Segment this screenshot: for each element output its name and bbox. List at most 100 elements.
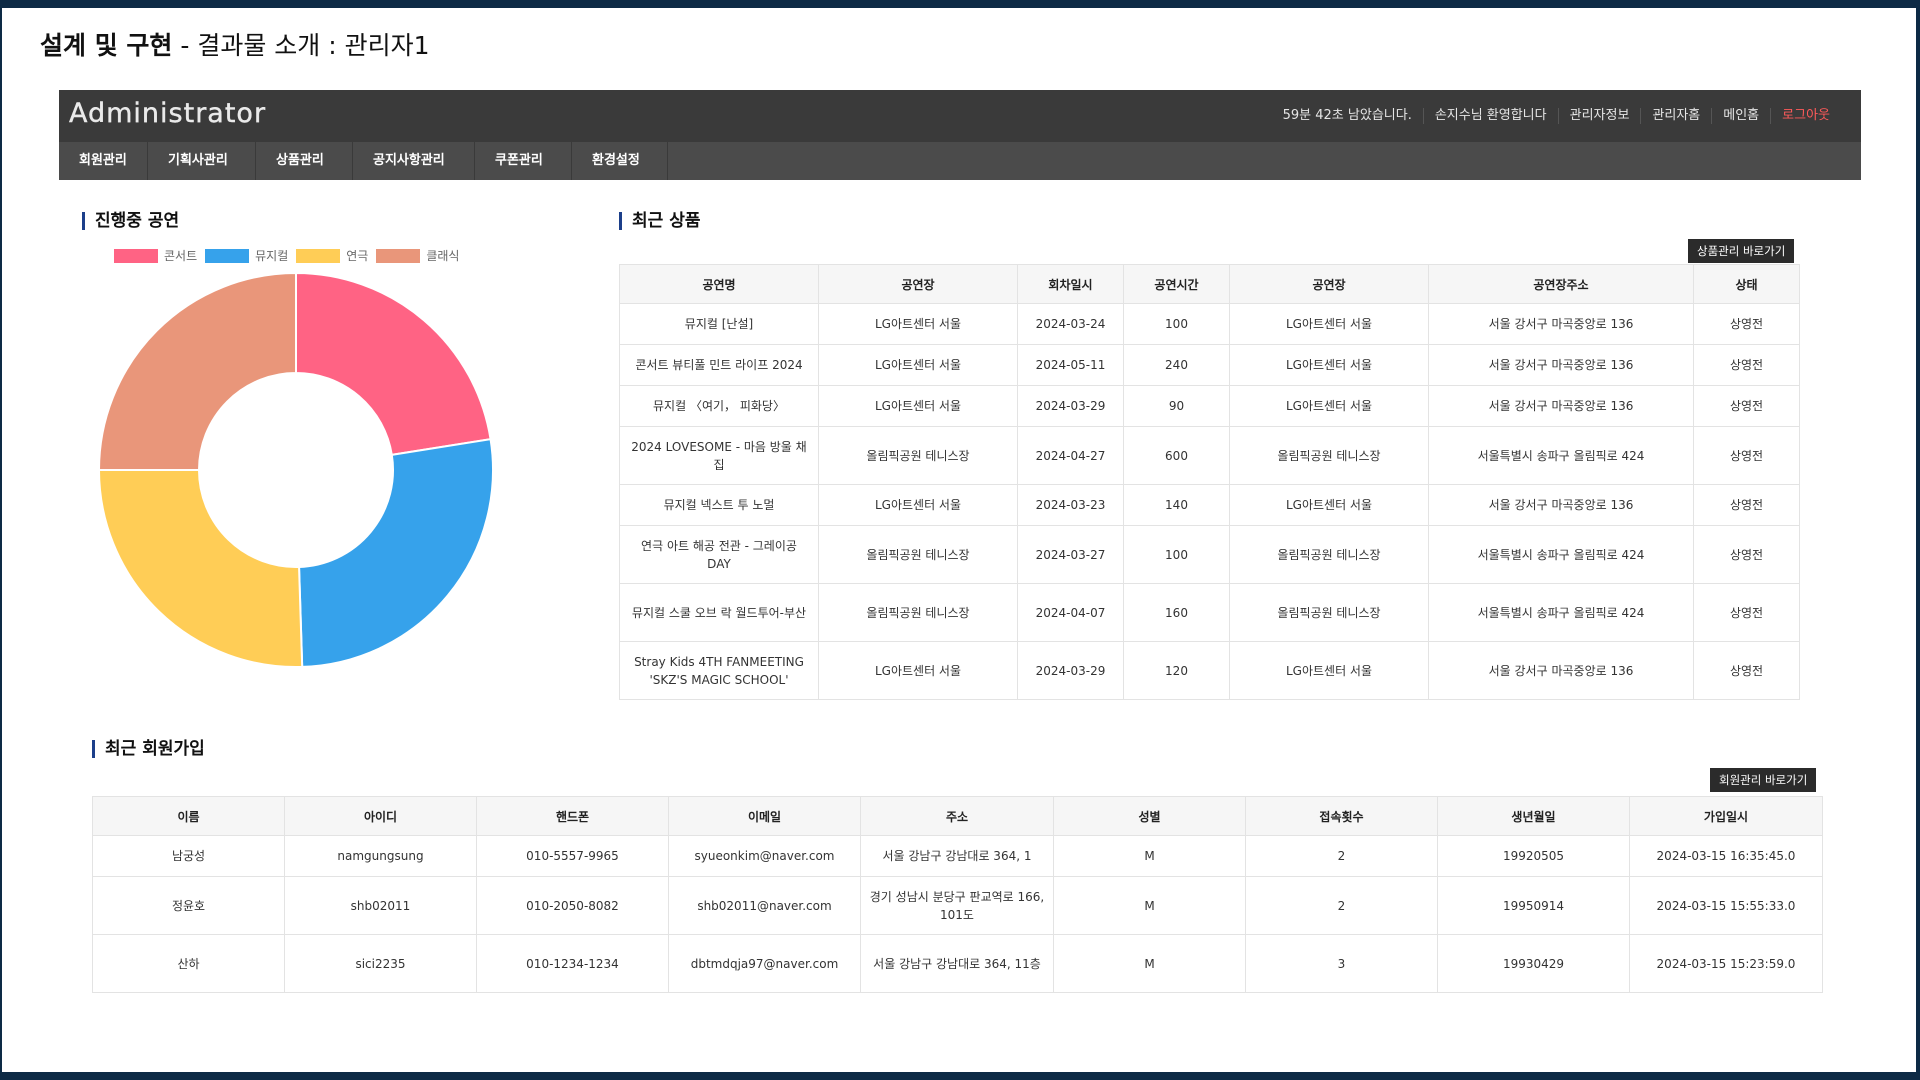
- members-cell: M: [1053, 835, 1246, 877]
- table-row[interactable]: 2024 LOVESOME - 마음 방울 채집 올림픽공원 테니스장 2024-0…: [619, 426, 1800, 485]
- products-header-row: 공연명 공연장 회차일시 공연시간 공연장 공연장주소 상태: [619, 264, 1800, 304]
- member-manage-shortcut-button[interactable]: 회원관리 바로가기: [1710, 768, 1817, 792]
- products-cell: 뮤지컬 넥스트 투 노멀: [619, 484, 819, 526]
- slide-title-rest: - 결과물 소개 : 관리자1: [172, 31, 430, 60]
- members-cell: 서울 강남구 강남대로 364, 11층: [860, 934, 1054, 993]
- products-cell: 100: [1123, 303, 1230, 345]
- members-cell: syueonkim@naver.com: [668, 835, 861, 877]
- products-cell: 뮤지컬 [난설]: [619, 303, 819, 345]
- table-row[interactable]: 콘서트 뷰티풀 민트 라이프 2024 LG아트센터 서울 2024-05-11 24…: [619, 344, 1800, 386]
- members-cell: 2024-03-15 15:23:59.0: [1629, 934, 1823, 993]
- product-manage-shortcut-button[interactable]: 상품관리 바로가기: [1688, 239, 1795, 263]
- members-cell: 정윤호: [92, 876, 285, 935]
- nav-item-products[interactable]: 상품관리: [256, 142, 353, 180]
- admin-info-link[interactable]: 관리자정보: [1557, 108, 1641, 124]
- members-cell: dbtmdqja97@naver.com: [668, 934, 861, 993]
- slice-classic[interactable]: [97, 271, 297, 471]
- products-cell: LG아트센터 서울: [818, 385, 1018, 427]
- products-col-header: 상태: [1693, 264, 1800, 304]
- products-table: 공연명 공연장 회차일시 공연시간 공연장 공연장주소 상태 뮤지컬 [난설] LG아트센터 …: [619, 264, 1800, 700]
- products-cell: 연극 아트 해공 전관 - 그레이공 DAY: [619, 525, 819, 584]
- legend-item-concert[interactable]: 콘서트: [114, 247, 197, 264]
- products-cell: 올림픽공원 테니스장: [818, 426, 1018, 485]
- logout-link[interactable]: 로그아웃: [1770, 108, 1841, 124]
- legend-item-classic[interactable]: 클래식: [376, 247, 459, 264]
- members-cell: shb02011@naver.com: [668, 876, 861, 935]
- nav-item-notices[interactable]: 공지사항관리: [353, 142, 475, 180]
- products-cell: 뮤지컬 스쿨 오브 락 월드투어-부산: [619, 583, 819, 642]
- products-cell: 상영전: [1693, 426, 1800, 485]
- table-row[interactable]: 뮤지컬 넥스트 투 노멀 LG아트센터 서울 2024-03-23 140 LG아트센터…: [619, 484, 1800, 526]
- products-cell: 2024-03-29: [1017, 641, 1124, 700]
- admin-header: Administrator 59분 42초 남았습니다. 손지수님 환영합니다 …: [59, 90, 1861, 142]
- table-row[interactable]: Stray Kids 4TH FANMEETING 'SKZ'S MAGIC S…: [619, 641, 1800, 700]
- legend-item-play[interactable]: 연극: [296, 247, 368, 264]
- legend-swatch-classic: [376, 248, 421, 263]
- admin-logo[interactable]: Administrator: [69, 98, 266, 129]
- products-col-header: 회차일시: [1017, 264, 1124, 304]
- products-cell: LG아트센터 서울: [818, 641, 1018, 700]
- members-cell: 서울 강남구 강남대로 364, 1: [860, 835, 1054, 877]
- members-col-header: 아이디: [284, 796, 477, 836]
- table-row[interactable]: 뮤지컬 스쿨 오브 락 월드투어-부산 올림픽공원 테니스장 2024-04-07 1…: [619, 583, 1800, 642]
- products-cell: 서울 강서구 마곡중앙로 136: [1428, 385, 1694, 427]
- products-cell: LG아트센터 서울: [1229, 385, 1429, 427]
- products-cell: LG아트센터 서울: [1229, 344, 1429, 386]
- products-cell: 2024-03-27: [1017, 525, 1124, 584]
- ongoing-title: 진행중 공연: [82, 212, 179, 230]
- table-row[interactable]: 연극 아트 해공 전관 - 그레이공 DAY 올림픽공원 테니스장 2024-03-…: [619, 525, 1800, 584]
- products-cell: 120: [1123, 641, 1230, 700]
- nav-item-agencies[interactable]: 기획사관리: [148, 142, 256, 180]
- legend-item-musical[interactable]: 뮤지컬: [205, 247, 288, 264]
- products-cell: 상영전: [1693, 303, 1800, 345]
- products-cell: 2024-05-11: [1017, 344, 1124, 386]
- table-row[interactable]: 뮤지컬 [난설] LG아트센터 서울 2024-03-24 100 LG아트센터 서울 서…: [619, 303, 1800, 345]
- products-cell: 100: [1123, 525, 1230, 584]
- slide-frame-bottom: [0, 1072, 1920, 1080]
- members-cell: 경기 성남시 분당구 판교역로 166, 101도: [860, 876, 1054, 935]
- main-home-link[interactable]: 메인홈: [1711, 108, 1770, 124]
- nav-item-members[interactable]: 회원관리: [59, 142, 148, 180]
- header-links: 59분 42초 남았습니다. 손지수님 환영합니다 관리자정보 관리자홈 메인홈…: [1272, 90, 1841, 142]
- products-cell: 서울 강서구 마곡중앙로 136: [1428, 641, 1694, 700]
- slice-musical[interactable]: [298, 438, 494, 668]
- members-cell: 2: [1245, 835, 1438, 877]
- table-row[interactable]: 남궁성 namgungsung 010-5557-9965 syueonkim@nav…: [92, 835, 1823, 877]
- products-cell: 상영전: [1693, 525, 1800, 584]
- products-cell: 2024-03-29: [1017, 385, 1124, 427]
- products-cell: 상영전: [1693, 583, 1800, 642]
- products-cell: 140: [1123, 484, 1230, 526]
- products-cell: 2024 LOVESOME - 마음 방울 채집: [619, 426, 819, 485]
- table-row[interactable]: 정윤호 shb02011 010-2050-8082 shb02011@naver.c…: [92, 876, 1823, 935]
- admin-home-link[interactable]: 관리자홈: [1640, 108, 1711, 124]
- table-row[interactable]: 뮤지컬 〈여기， 피화당〉 LG아트센터 서울 2024-03-29 90 LG아트센터…: [619, 385, 1800, 427]
- nav-item-coupons[interactable]: 쿠폰관리: [475, 142, 572, 180]
- members-cell: 010-1234-1234: [476, 934, 669, 993]
- members-cell: 2024-03-15 15:55:33.0: [1629, 876, 1823, 935]
- members-col-header: 생년월일: [1437, 796, 1630, 836]
- members-title: 최근 회원가입: [92, 740, 205, 758]
- members-col-header: 핸드폰: [476, 796, 669, 836]
- slice-play[interactable]: [97, 469, 304, 668]
- members-cell: 남궁성: [92, 835, 285, 877]
- slide-title: 설계 및 구현 - 결과물 소개 : 관리자1: [40, 26, 430, 62]
- members-cell: 산하: [92, 934, 285, 993]
- members-table: 이름 아이디 핸드폰 이메일 주소 성별 접속횟수 생년월일 가입일시 남궁성 namgungsu…: [92, 796, 1823, 993]
- table-row[interactable]: 산하 sici2235 010-1234-1234 dbtmdqja97@naver.…: [92, 934, 1823, 993]
- products-cell: 2024-04-07: [1017, 583, 1124, 642]
- slice-concert[interactable]: [295, 271, 492, 456]
- products-col-header: 공연시간: [1123, 264, 1230, 304]
- products-cell: 240: [1123, 344, 1230, 386]
- members-cell: 19930429: [1437, 934, 1630, 993]
- products-cell: 올림픽공원 테니스장: [1229, 525, 1429, 584]
- nav-item-settings[interactable]: 환경설정: [572, 142, 668, 180]
- legend-swatch-musical: [205, 248, 250, 263]
- slide-frame-left: [0, 0, 2, 1080]
- members-cell: shb02011: [284, 876, 477, 935]
- members-cell: 2024-03-15 16:35:45.0: [1629, 835, 1823, 877]
- products-cell: 올림픽공원 테니스장: [1229, 426, 1429, 485]
- products-cell: LG아트센터 서울: [818, 484, 1018, 526]
- members-cell: 19950914: [1437, 876, 1630, 935]
- members-cell: sici2235: [284, 934, 477, 993]
- products-cell: 상영전: [1693, 385, 1800, 427]
